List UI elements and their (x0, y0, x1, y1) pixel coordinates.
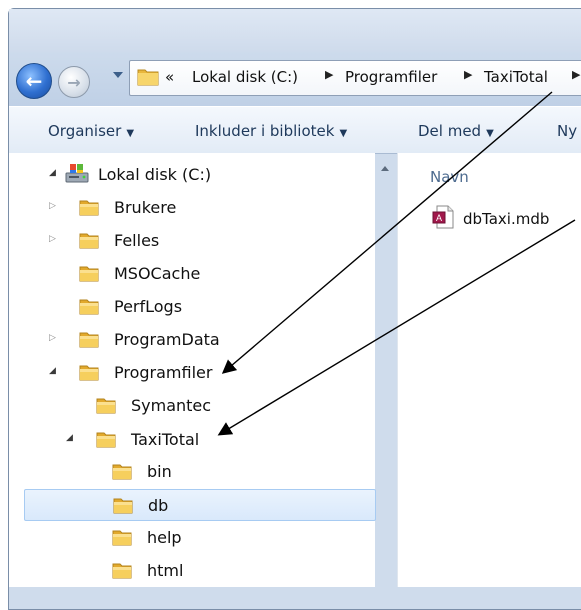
new-label: Ny (557, 122, 578, 140)
tree-label: ProgramData (114, 330, 220, 349)
tree-label: Felles (114, 231, 160, 250)
tree-item-programfiler[interactable]: ◢ Programfiler (45, 357, 375, 387)
folder-icon (79, 266, 99, 282)
expanded-icon[interactable]: ◢ (49, 168, 56, 178)
recent-pages-dropdown[interactable] (113, 72, 123, 78)
folder-icon (137, 69, 159, 86)
tree-item-html[interactable]: html (78, 555, 375, 585)
collapsed-icon[interactable]: ▷ (49, 234, 56, 244)
forward-arrow-icon: → (67, 72, 81, 92)
tree-label: Symantec (131, 396, 212, 415)
chevron-right-icon[interactable]: ▶ (325, 68, 333, 81)
tree-label: MSOCache (114, 264, 201, 283)
organise-menu[interactable]: Organiser ▼ (48, 122, 134, 140)
folder-icon (79, 200, 99, 216)
expanded-icon[interactable]: ◢ (66, 433, 73, 443)
tree-item-local-disk[interactable]: ◢ Lokal disk (C:) (45, 159, 375, 189)
tree-item-taxitotal[interactable]: ◢ TaxiTotal (62, 424, 375, 454)
access-database-icon: A (432, 205, 454, 229)
tree-item-programdata[interactable]: ▷ ProgramData (45, 324, 375, 354)
folder-icon (96, 432, 116, 448)
breadcrumb-programfiler[interactable]: Programfiler (345, 68, 437, 86)
chevron-right-icon[interactable]: ▶ (572, 68, 580, 81)
folder-icon (113, 498, 133, 514)
expanded-icon[interactable]: ◢ (49, 366, 56, 376)
tree-item-msocache[interactable]: MSOCache (45, 258, 375, 288)
tree-label: Lokal disk (C:) (98, 165, 212, 184)
tree-label: Brukere (114, 198, 177, 217)
tree-item-felles[interactable]: ▷ Felles (45, 225, 375, 255)
tree-item-brukere[interactable]: ▷ Brukere (45, 192, 375, 222)
breadcrumb-local-disk[interactable]: Lokal disk (C:) (192, 68, 298, 86)
tree-label: Programfiler (114, 363, 213, 382)
tree-label: html (147, 561, 184, 580)
collapsed-icon[interactable]: ▷ (49, 333, 56, 343)
tree-label: bin (147, 462, 172, 481)
folder-icon (79, 233, 99, 249)
back-arrow-icon: ← (25, 69, 43, 93)
address-chevrons[interactable]: « (165, 68, 174, 86)
share-with-menu[interactable]: Del med ▼ (418, 122, 494, 140)
tree-item-help[interactable]: help (78, 522, 375, 552)
folder-icon (96, 398, 116, 414)
tree-item-bin[interactable]: bin (78, 456, 375, 486)
drive-icon (65, 164, 89, 183)
svg-text:A: A (436, 213, 442, 223)
chevron-down-icon: ▼ (126, 128, 135, 139)
new-folder-button[interactable]: Ny (557, 122, 577, 140)
folder-icon (112, 563, 132, 579)
tree-label: db (148, 496, 169, 515)
tree-item-symantec[interactable]: Symantec (62, 390, 375, 420)
tree-item-perflogs[interactable]: PerfLogs (45, 291, 375, 321)
share-label: Del med (418, 122, 482, 140)
include-label: Inkluder i bibliotek (195, 122, 335, 140)
organise-label: Organiser (48, 122, 122, 140)
tree-label: help (147, 528, 182, 547)
folder-icon (112, 530, 132, 546)
folder-icon (112, 464, 132, 480)
folder-icon (79, 332, 99, 348)
tree-item-db[interactable]: db (24, 489, 376, 521)
tree-label: TaxiTotal (131, 430, 200, 449)
include-in-library-menu[interactable]: Inkluder i bibliotek ▼ (195, 122, 347, 140)
breadcrumb-taxitotal[interactable]: TaxiTotal (484, 68, 548, 86)
folder-icon (79, 299, 99, 315)
chevron-down-icon: ▼ (339, 128, 348, 139)
column-header-name[interactable]: Navn (430, 168, 469, 186)
chevron-right-icon[interactable]: ▶ (464, 68, 472, 81)
back-button[interactable]: ← (16, 63, 52, 99)
file-name: dbTaxi.mdb (463, 210, 550, 228)
scroll-up-icon[interactable] (381, 166, 389, 171)
forward-button[interactable]: → (58, 66, 90, 98)
folder-icon (79, 365, 99, 381)
collapsed-icon[interactable]: ▷ (49, 201, 56, 211)
chevron-down-icon: ▼ (486, 128, 494, 139)
tree-label: PerfLogs (114, 297, 183, 316)
